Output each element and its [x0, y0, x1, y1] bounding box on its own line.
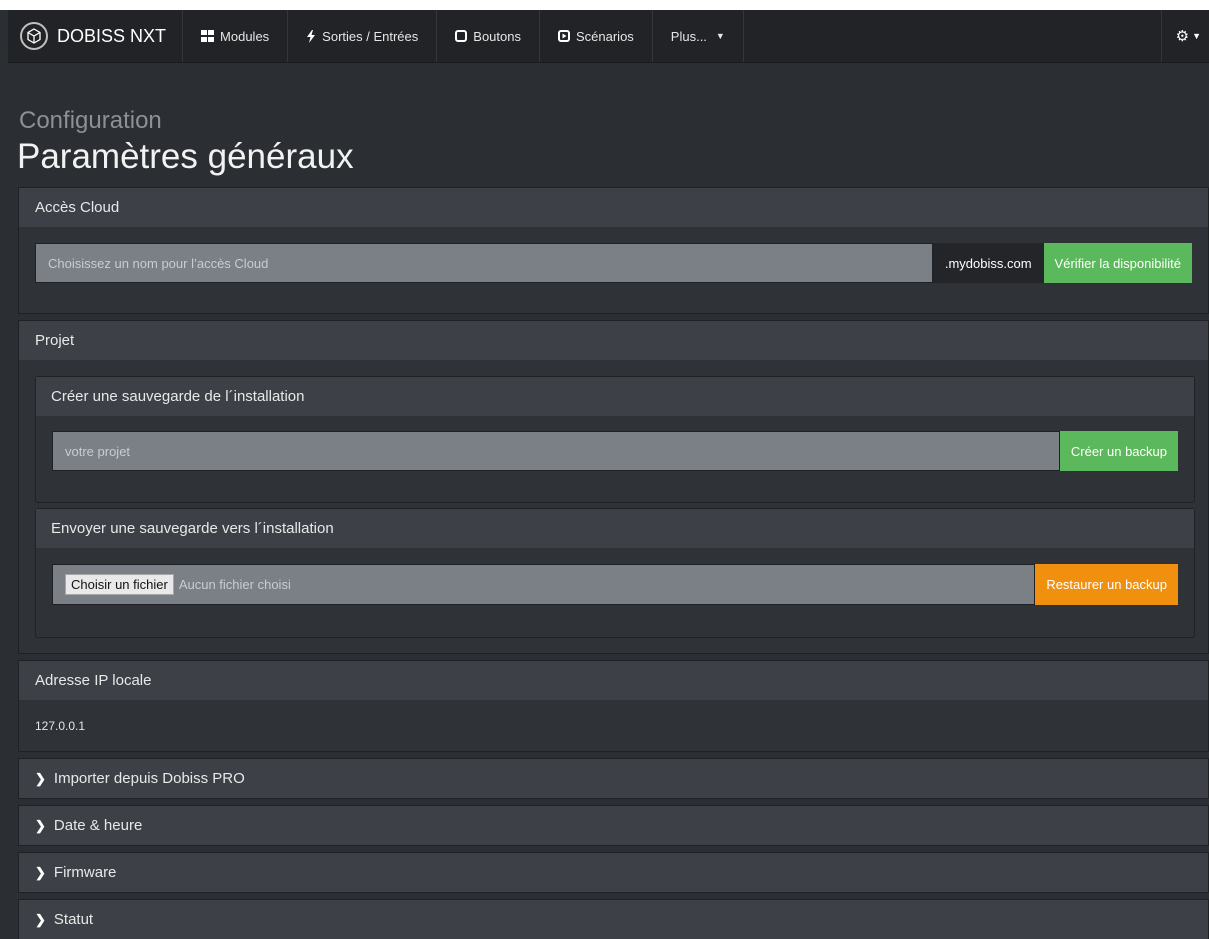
section-label: Firmware [53, 864, 117, 881]
section-heading[interactable]: ❯ Importer depuis Dobiss PRO [19, 759, 1208, 798]
project-panel: Projet Créer une sauvegarde de l´install… [18, 320, 1209, 654]
project-name-input[interactable]: votre projet [52, 431, 1060, 471]
section-date-heure[interactable]: ❯ Date & heure [18, 805, 1209, 846]
project-panel-heading: Projet [19, 321, 1208, 360]
section-heading[interactable]: ❯ Statut [19, 900, 1208, 939]
page-subtitle: Configuration [19, 107, 162, 134]
check-availability-button[interactable]: Vérifier la disponibilité [1043, 243, 1192, 283]
navbar: DOBISS NXT Modules Sorties / Entrées Bou… [8, 10, 1209, 63]
section-label: Date & heure [53, 817, 143, 834]
bolt-icon [306, 29, 316, 43]
choose-file-button[interactable]: Choisir un fichier [65, 574, 174, 595]
cloud-name-input[interactable]: Choisissez un nom pour l’accès Cloud [35, 243, 933, 283]
cube-logo-icon [20, 22, 48, 50]
page-title: Paramètres généraux [17, 137, 354, 176]
section-heading[interactable]: ❯ Firmware [19, 853, 1208, 892]
nav-item-label: Modules [220, 28, 270, 44]
nav-item-boutons[interactable]: Boutons [437, 10, 540, 62]
nav-item-sorties-entrees[interactable]: Sorties / Entrées [288, 10, 438, 62]
chevron-right-icon: ❯ [35, 817, 46, 833]
caret-down-icon: ▼ [715, 31, 725, 41]
create-backup-button[interactable]: Créer un backup [1059, 431, 1178, 471]
section-import-dobiss-pro[interactable]: ❯ Importer depuis Dobiss PRO [18, 758, 1209, 799]
cloud-input-group: Choisissez un nom pour l’accès Cloud .my… [35, 243, 1192, 283]
cloud-domain-suffix: .mydobiss.com [932, 243, 1044, 283]
backup-subpanel: Créer une sauvegarde de l´installation v… [35, 376, 1195, 503]
chevron-right-icon: ❯ [35, 770, 46, 786]
ip-panel-heading: Adresse IP locale [19, 661, 1208, 700]
nav-item-label: Sorties / Entrées [322, 28, 419, 44]
ip-panel: Adresse IP locale 127.0.0.1 [18, 660, 1209, 752]
section-label: Importer depuis Dobiss PRO [53, 770, 245, 787]
file-input[interactable]: Choisir un fichier Aucun fichier choisi [52, 564, 1036, 605]
nav-item-label: Plus... [670, 28, 707, 44]
nav-item-plus-dropdown[interactable]: Plus... ▼ [653, 10, 744, 62]
section-firmware[interactable]: ❯ Firmware [18, 852, 1209, 893]
section-heading[interactable]: ❯ Date & heure [19, 806, 1208, 845]
cloud-panel: Accès Cloud Choisissez un nom pour l’acc… [18, 187, 1209, 314]
nav-item-scenarios[interactable]: Scénarios [540, 10, 653, 62]
restore-input-group: Choisir un fichier Aucun fichier choisi … [52, 564, 1178, 605]
brand-name: DOBISS NXT [57, 25, 167, 46]
caret-down-icon: ▼ [1192, 31, 1201, 41]
backup-input-group: votre projet Créer un backup [52, 431, 1178, 471]
section-statut[interactable]: ❯ Statut [18, 899, 1209, 939]
square-icon [455, 30, 468, 42]
nav-item-modules[interactable]: Modules [183, 10, 289, 62]
file-status: Aucun fichier choisi [178, 577, 291, 592]
restore-subpanel: Envoyer une sauvegarde vers l´installati… [35, 508, 1195, 638]
backup-subpanel-heading: Créer une sauvegarde de l´installation [36, 377, 1194, 416]
section-label: Statut [53, 911, 94, 928]
nav-item-label: Boutons [473, 28, 521, 44]
settings-dropdown[interactable]: ⚙ ▼ [1160, 10, 1209, 62]
grid-icon [201, 30, 215, 42]
gear-icon: ⚙ [1175, 28, 1190, 45]
restore-subpanel-heading: Envoyer une sauvegarde vers l´installati… [36, 509, 1194, 548]
brand[interactable]: DOBISS NXT [8, 10, 184, 62]
local-ip-value: 127.0.0.1 [35, 718, 86, 733]
cloud-panel-heading: Accès Cloud [19, 188, 1208, 227]
restore-backup-button[interactable]: Restaurer un backup [1035, 564, 1178, 605]
chevron-right-icon: ❯ [35, 911, 46, 927]
top-strip [0, 0, 1209, 10]
nav-item-label: Scénarios [575, 28, 634, 44]
play-icon [557, 30, 570, 42]
chevron-right-icon: ❯ [35, 864, 46, 880]
